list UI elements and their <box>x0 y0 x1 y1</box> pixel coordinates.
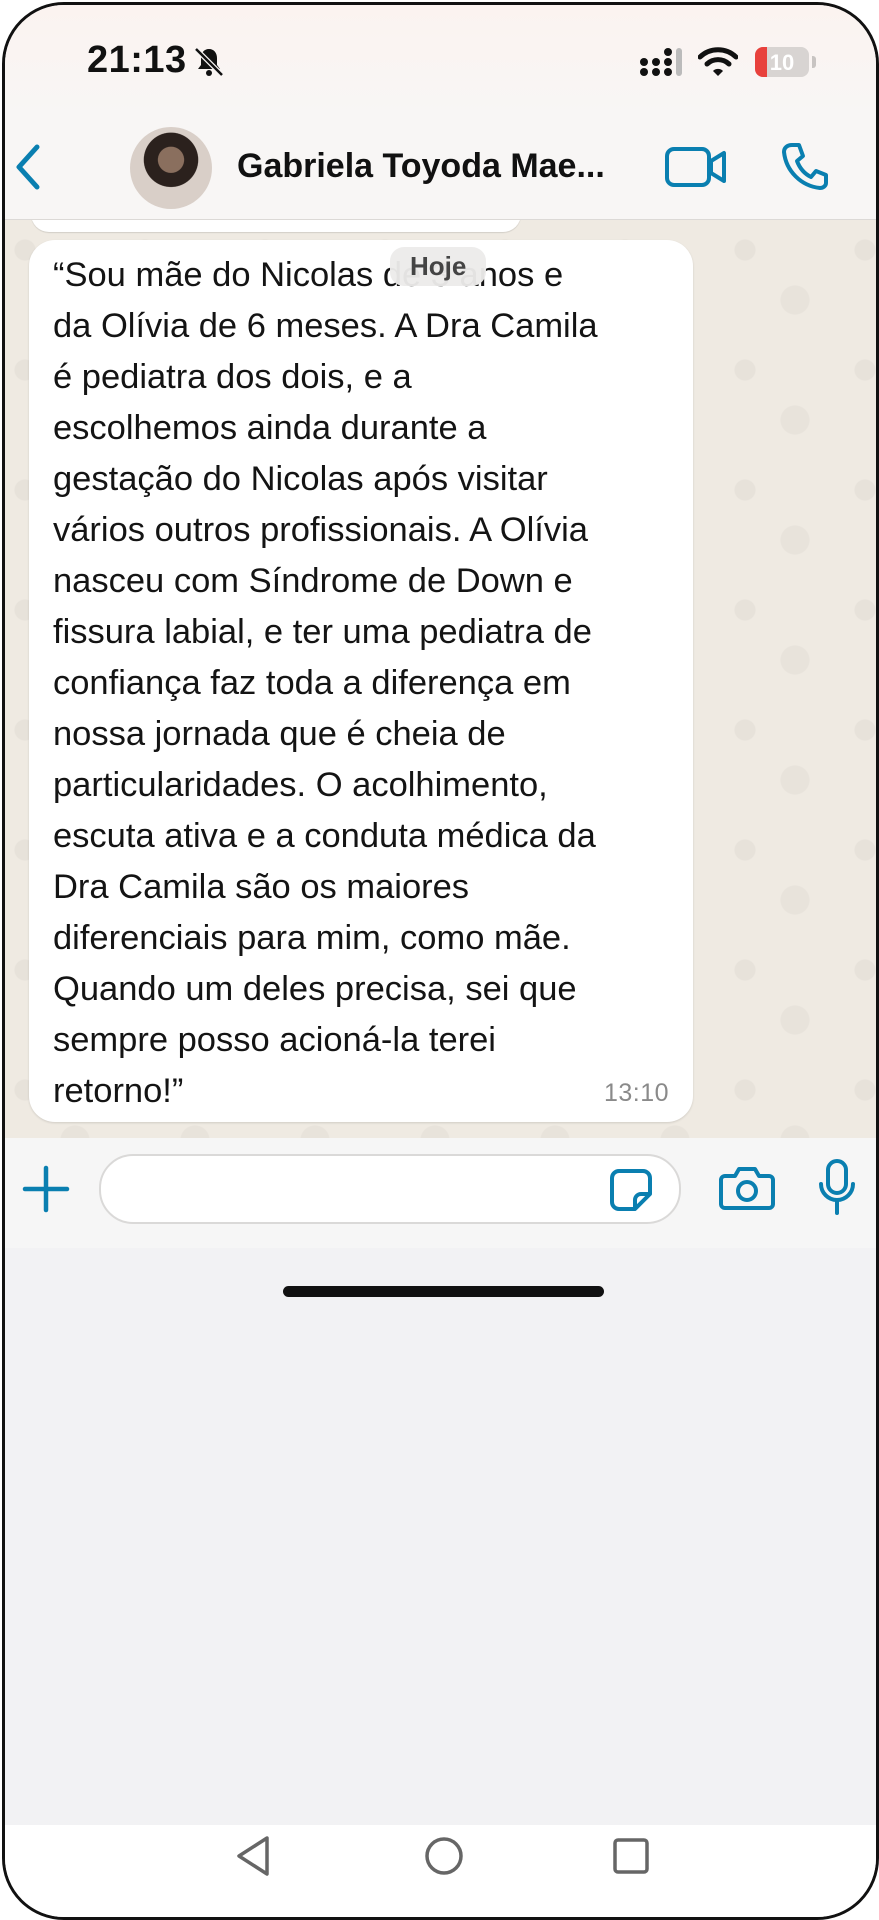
previous-message-bubble <box>31 220 521 232</box>
plus-icon[interactable] <box>21 1164 71 1214</box>
message-line: Dra Camila são os maiores <box>53 868 470 906</box>
signal-icon <box>640 48 682 76</box>
message-line: particularidades. O acolhimento, <box>53 766 548 804</box>
video-camera-icon[interactable] <box>665 145 727 189</box>
phone-icon[interactable] <box>780 141 830 191</box>
nav-recent-apps-icon[interactable] <box>612 1837 650 1875</box>
battery-level: 10 <box>769 50 795 75</box>
chat-header: Gabriela Toyoda Mae... <box>5 115 876 220</box>
message-input[interactable] <box>99 1154 681 1224</box>
chevron-left-icon[interactable] <box>13 143 43 191</box>
microphone-icon[interactable] <box>817 1158 857 1216</box>
message-line: “Sou mãe do Nicolas de 3 anos e <box>53 256 564 294</box>
sticker-icon[interactable] <box>609 1168 653 1212</box>
wifi-icon <box>698 47 738 76</box>
message-line: vários outros profissionais. A Olívia <box>53 511 588 549</box>
battery-tip <box>812 56 816 68</box>
message-bubble[interactable]: “Sou mãe do Nicolas de 3 anos e da Olívi… <box>29 240 693 1122</box>
message-line: escolhemos ainda durante a <box>53 409 487 447</box>
nav-back-icon[interactable] <box>233 1833 273 1879</box>
phone-screen: 21:13 10 Gabriela Toyoda Mae... “Sou mãe… <box>2 2 879 1920</box>
bell-slash-icon <box>194 47 224 77</box>
message-line: Quando um deles precisa, sei que <box>53 970 577 1008</box>
message-line: nasceu com Síndrome de Down e <box>53 562 573 600</box>
avatar[interactable] <box>130 127 212 209</box>
chat-area: “Sou mãe do Nicolas de 3 anos e da Olívi… <box>5 220 876 1138</box>
message-line: diferenciais para mim, como mãe. <box>53 919 571 957</box>
message-line: da Olívia de 6 meses. A Dra Camila <box>53 307 598 345</box>
message-line: sempre posso acioná-la terei <box>53 1021 496 1059</box>
message-line: é pediatra dos dois, e a <box>53 358 412 396</box>
message-line: escuta ativa e a conduta médica da <box>53 817 596 855</box>
input-bar <box>5 1138 876 1248</box>
message-line: confiança faz toda a diferença em <box>53 664 571 702</box>
message-line: fissura labial, e ter uma pediatra de <box>53 613 592 651</box>
nav-home-icon[interactable] <box>423 1835 465 1877</box>
battery-icon: 10 <box>755 47 809 77</box>
message-text: “Sou mãe do Nicolas de 3 anos e da Olívi… <box>53 250 683 1117</box>
message-line: nossa jornada que é cheia de <box>53 715 506 753</box>
message-timestamp: 13:10 <box>603 1079 669 1107</box>
status-time: 21:13 <box>87 39 187 81</box>
system-nav-bar <box>5 1825 876 1917</box>
home-indicator[interactable] <box>283 1286 604 1297</box>
message-line: gestação do Nicolas após visitar <box>53 460 548 498</box>
date-chip: Hoje <box>390 247 487 286</box>
camera-icon[interactable] <box>719 1164 775 1210</box>
status-bar: 21:13 10 <box>5 5 876 115</box>
contact-name[interactable]: Gabriela Toyoda Mae... <box>237 147 637 186</box>
message-line: retorno!” <box>53 1072 184 1110</box>
